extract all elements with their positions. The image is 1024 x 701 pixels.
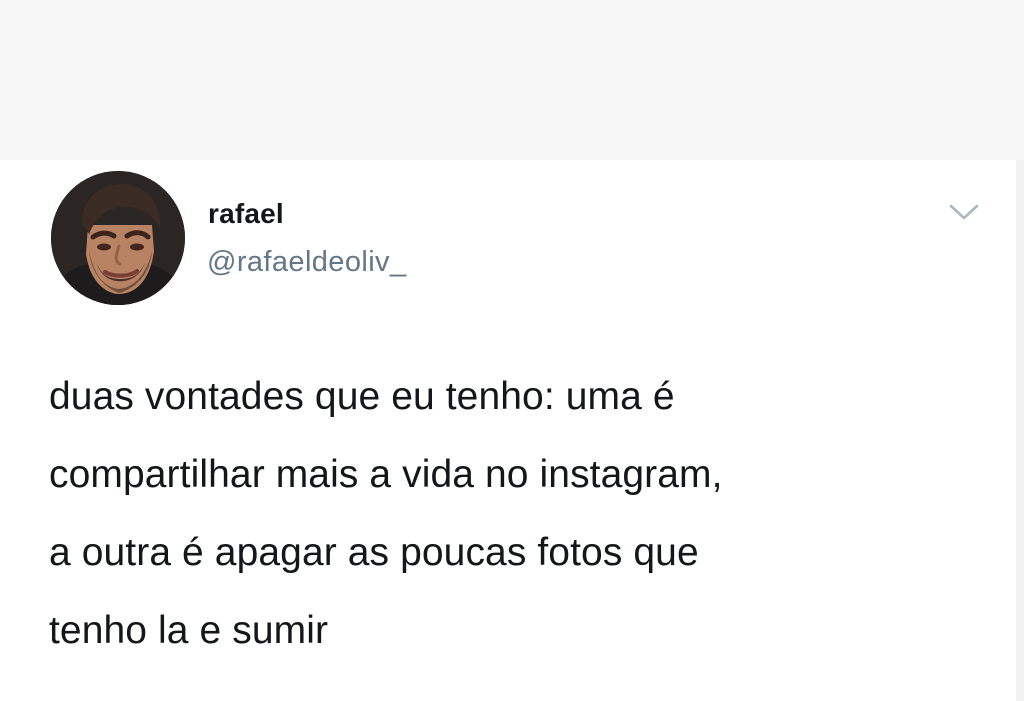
author-handle[interactable]: @rafaeldeoliv_ <box>207 246 406 278</box>
tweet-menu-button[interactable] <box>944 198 984 226</box>
tweet-text-line: duas vontades que eu tenho: uma é <box>49 375 675 418</box>
author-display-name[interactable]: rafael <box>208 198 284 230</box>
avatar[interactable] <box>51 171 185 305</box>
tweet-card: rafael @rafaeldeoliv_ duas vontades que … <box>0 160 1016 701</box>
profile-photo-icon <box>51 171 185 305</box>
card-edge <box>1016 160 1024 701</box>
chevron-down-icon <box>949 204 979 220</box>
tweet-text-line: tenho la e sumir <box>49 609 329 652</box>
top-background <box>0 0 1024 160</box>
tweet-text: duas vontades que eu tenho: uma é compar… <box>49 358 989 670</box>
tweet-text-line: compartilhar mais a vida no instagram, <box>49 453 723 496</box>
tweet-text-line: a outra é apagar as poucas fotos que <box>49 531 699 574</box>
